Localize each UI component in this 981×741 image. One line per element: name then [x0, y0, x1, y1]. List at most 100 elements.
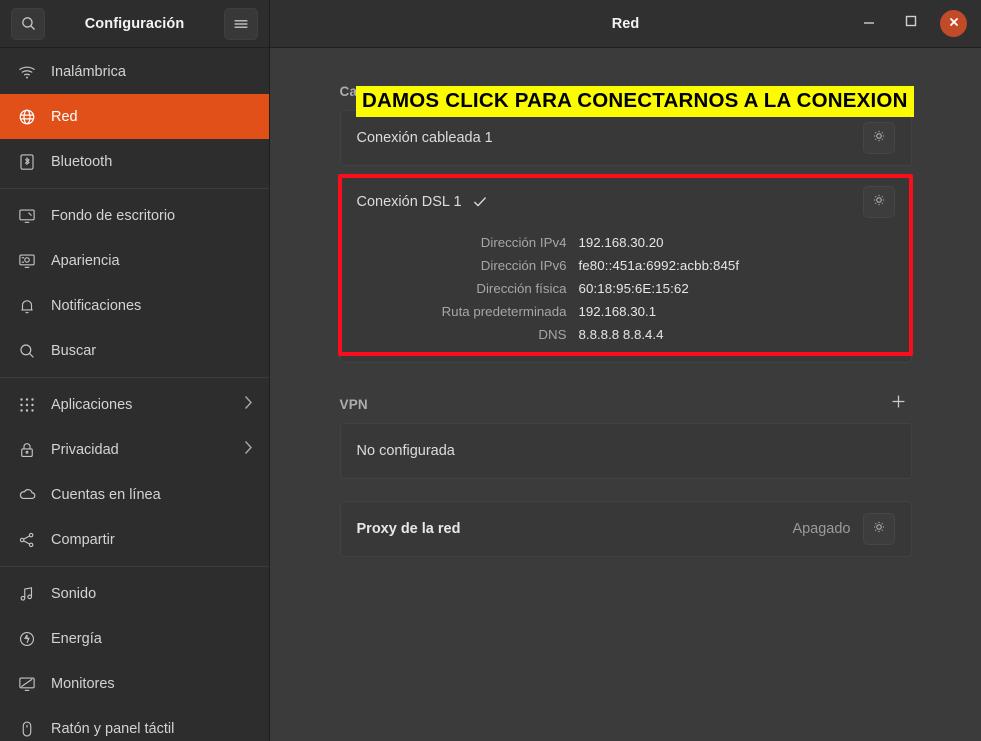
lock-icon — [14, 441, 40, 459]
chevron-right-icon — [244, 395, 253, 414]
wallpaper-icon — [14, 207, 40, 225]
detail-row: Dirección física 60:18:95:6E:15:62 — [357, 277, 895, 300]
plus-icon — [890, 393, 907, 415]
sidebar-item-label: Monitores — [51, 676, 255, 692]
sidebar-item-label: Sonido — [51, 586, 255, 602]
titlebar: Configuración Red — [0, 0, 981, 48]
globe-icon — [14, 108, 40, 126]
detail-row: DNS 8.8.8.8 8.8.4.4 — [357, 323, 895, 346]
proxy-state: Apagado — [792, 521, 850, 537]
detail-value: fe80::451a:6992:acbb:845f — [579, 258, 740, 273]
sidebar-divider — [0, 188, 269, 189]
sidebar-item-notificaciones[interactable]: Notificaciones — [0, 283, 269, 328]
sidebar-item-label: Energía — [51, 631, 255, 647]
proxy-section: Proxy de la red Apagado — [340, 501, 912, 557]
proxy-settings-button[interactable] — [863, 513, 895, 545]
sidebar-item-cuentas-en-linea[interactable]: Cuentas en línea — [0, 472, 269, 517]
appearance-icon — [14, 252, 40, 270]
cog-icon — [871, 128, 887, 149]
search-icon — [14, 342, 40, 360]
sidebar-item-aplicaciones[interactable]: Aplicaciones — [0, 382, 269, 427]
vpn-status-label: No configurada — [357, 443, 455, 459]
share-icon — [14, 531, 40, 549]
search-button[interactable] — [11, 8, 45, 40]
sidebar-item-sonido[interactable]: Sonido — [0, 571, 269, 616]
sidebar-item-privacidad[interactable]: Privacidad — [0, 427, 269, 472]
sidebar-item-inalambrica[interactable]: Inalámbrica — [0, 49, 269, 94]
detail-value: 60:18:95:6E:15:62 — [579, 281, 689, 296]
connection-row[interactable]: Conexión DSL 1 — [341, 175, 911, 229]
sidebar-item-label: Ratón y panel táctil — [51, 721, 255, 737]
vpn-section-header: VPN — [340, 391, 912, 417]
sidebar-item-label: Aplicaciones — [51, 397, 244, 413]
sidebar-item-label: Cuentas en línea — [51, 487, 255, 503]
proxy-row[interactable]: Proxy de la red Apagado — [341, 502, 911, 556]
titlebar-sidebar-section: Configuración — [0, 0, 270, 47]
detail-value: 192.168.30.1 — [579, 304, 657, 319]
detail-row: Ruta predeterminada 192.168.30.1 — [357, 300, 895, 323]
maximize-button[interactable] — [898, 11, 924, 37]
detail-key: Dirección IPv4 — [357, 235, 579, 250]
connection-settings-button[interactable] — [863, 186, 895, 218]
detail-key: Ruta predeterminada — [357, 304, 579, 319]
detail-key: Dirección IPv6 — [357, 258, 579, 273]
connection-row[interactable]: Conexión cableada 1 — [341, 111, 911, 165]
titlebar-content-section: Red — [270, 0, 981, 47]
window-body: Inalámbrica Red Bluetooth — [0, 48, 981, 741]
sidebar-item-bluetooth[interactable]: Bluetooth — [0, 139, 269, 184]
sidebar-item-monitores[interactable]: Monitores — [0, 661, 269, 706]
settings-window: Configuración Red — [0, 0, 981, 741]
minimize-button[interactable] — [856, 11, 882, 37]
bluetooth-icon — [14, 153, 40, 171]
sidebar-divider — [0, 566, 269, 567]
wired-connection-card-1[interactable]: Conexión cableada 1 — [340, 110, 912, 166]
annotation-highlight-text: DAMOS CLICK PARA CONECTARNOS A LA CONEXI… — [356, 86, 914, 117]
bell-icon — [14, 297, 40, 315]
detail-row: Dirección IPv6 fe80::451a:6992:acbb:845f — [357, 254, 895, 277]
display-icon — [14, 675, 40, 693]
detail-value: 8.8.8.8 8.8.4.4 — [579, 327, 664, 342]
hamburger-menu-button[interactable] — [224, 8, 258, 40]
sidebar-item-compartir[interactable]: Compartir — [0, 517, 269, 562]
cog-icon — [871, 519, 887, 540]
wired-section: Cableada Conexión cableada 1 — [340, 78, 912, 363]
detail-value: 192.168.30.20 — [579, 235, 664, 250]
sidebar-item-energia[interactable]: Energía — [0, 616, 269, 661]
sidebar-title: Configuración — [85, 16, 185, 32]
wired-connection-card-2[interactable]: Conexión DSL 1 — [340, 174, 912, 363]
cog-icon — [871, 192, 887, 213]
close-button[interactable] — [940, 10, 967, 37]
sidebar-item-apariencia[interactable]: Apariencia — [0, 238, 269, 283]
sidebar-item-buscar[interactable]: Buscar — [0, 328, 269, 373]
sidebar-item-red[interactable]: Red — [0, 94, 269, 139]
maximize-icon — [904, 14, 918, 33]
content-area: Cableada Conexión cableada 1 — [270, 48, 981, 741]
add-vpn-button[interactable] — [886, 391, 912, 417]
detail-row: Dirección IPv4 192.168.30.20 — [357, 231, 895, 254]
detail-key: DNS — [357, 327, 579, 342]
connection-settings-button[interactable] — [863, 122, 895, 154]
window-controls — [856, 10, 967, 37]
connection-name: Conexión DSL 1 — [357, 194, 462, 210]
music-note-icon — [14, 585, 40, 603]
grid-apps-icon — [14, 397, 40, 413]
proxy-card[interactable]: Proxy de la red Apagado — [340, 501, 912, 557]
detail-key: Dirección física — [357, 281, 579, 296]
sidebar-item-label: Compartir — [51, 532, 255, 548]
sidebar-item-raton-y-panel-tactil[interactable]: Ratón y panel táctil — [0, 706, 269, 741]
cloud-icon — [14, 485, 40, 504]
vpn-card[interactable]: No configurada — [340, 423, 912, 479]
search-icon — [20, 15, 37, 32]
sidebar-item-label: Apariencia — [51, 253, 255, 269]
sidebar-item-fondo-de-escritorio[interactable]: Fondo de escritorio — [0, 193, 269, 238]
sidebar-item-label: Notificaciones — [51, 298, 255, 314]
sidebar-item-label: Privacidad — [51, 442, 244, 458]
vpn-section: VPN No configurada — [340, 391, 912, 479]
sidebar-item-label: Buscar — [51, 343, 255, 359]
sidebar: Inalámbrica Red Bluetooth — [0, 48, 270, 741]
checkmark-icon — [472, 194, 488, 210]
mouse-icon — [14, 720, 40, 738]
proxy-label: Proxy de la red — [357, 521, 461, 537]
power-icon — [14, 630, 40, 648]
connection-name: Conexión cableada 1 — [357, 130, 493, 146]
